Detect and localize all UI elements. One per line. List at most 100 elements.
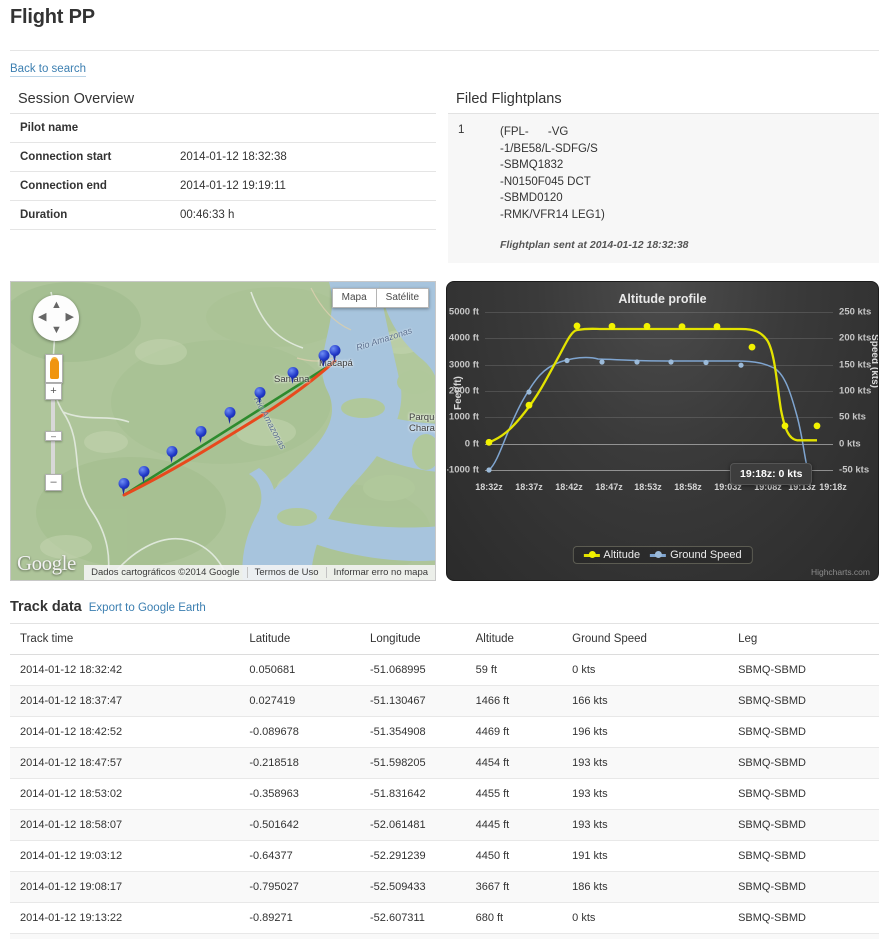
cell-track-time: 2014-01-12 18:53:02 xyxy=(10,778,240,810)
cell-longitude: -51.598205 xyxy=(360,747,466,779)
cell-leg: SBMQ-SBMD xyxy=(728,747,879,779)
cell-ground-speed: 186 kts xyxy=(562,871,729,903)
table-row: 2014-01-12 19:03:12 -0.64377 -52.291239 … xyxy=(10,840,879,872)
chart-title: Altitude profile xyxy=(618,292,707,306)
cell-leg: SBMQ-SBMD xyxy=(728,840,879,872)
cell-latitude: -0.218518 xyxy=(239,747,360,779)
pan-right-icon[interactable]: ▶ xyxy=(66,312,74,323)
cell-track-time: 2014-01-12 19:03:12 xyxy=(10,840,240,872)
pan-down-icon[interactable]: ▼ xyxy=(51,325,62,336)
map-marker[interactable] xyxy=(195,426,207,443)
map-marker[interactable] xyxy=(138,466,150,483)
track-data-header: Track data Export to Google Earth xyxy=(10,599,879,615)
cell-latitude: -0.89271 xyxy=(239,902,360,934)
chart-legend[interactable]: Altitude Ground Speed xyxy=(572,546,753,564)
cell-track-time: 2014-01-12 19:08:17 xyxy=(10,871,240,903)
map-marker[interactable] xyxy=(318,350,330,367)
legend-item-altitude[interactable]: Altitude xyxy=(583,549,640,561)
cell-track-time: 2014-01-12 18:47:57 xyxy=(10,747,240,779)
cell-ground-speed: 0 kts xyxy=(562,933,729,939)
export-to-google-earth-link[interactable]: Export to Google Earth xyxy=(89,602,206,614)
cell-track-time: 2014-01-12 19:13:22 xyxy=(10,902,240,934)
cell-leg: SBMQ-SBMD xyxy=(728,654,879,686)
cell-leg: SBMQ-SBMD xyxy=(728,778,879,810)
legend-label: Altitude xyxy=(603,549,641,561)
street-view-pegman-icon[interactable] xyxy=(45,354,63,383)
column-header-altitude: Altitude xyxy=(465,623,563,655)
cell-longitude: -52.509433 xyxy=(360,871,466,903)
row-key: Duration xyxy=(20,209,68,221)
flightplan-text: (FPL- -VG -1/BE58/L-SDFG/S -SBMQ1832 -N0… xyxy=(500,126,605,221)
map-type-mapa-button[interactable]: Mapa xyxy=(331,288,377,308)
y-tick-label: 4000 ft xyxy=(448,332,480,344)
row-value: 2014-01-12 18:32:38 xyxy=(180,151,287,163)
map-park-label: ParqueCharapucu xyxy=(409,412,435,434)
cell-latitude: -0.358963 xyxy=(239,778,360,810)
y2-tick-label: 50 kts xyxy=(839,411,866,423)
table-row: Pilot name xyxy=(10,114,437,143)
row-key: Connection end xyxy=(20,180,107,192)
cell-longitude: -51.354908 xyxy=(360,716,466,748)
column-header-leg: Leg xyxy=(728,623,879,655)
zoom-out-button[interactable]: – xyxy=(45,474,62,491)
cell-altitude: 1466 ft xyxy=(465,685,563,717)
map-marker[interactable] xyxy=(287,367,299,384)
flightplan-index: 1 xyxy=(458,124,465,136)
x-tick-label: 19:18z xyxy=(819,482,847,492)
cell-leg: SBMQ-SBMD xyxy=(728,902,879,934)
cell-ground-speed: 193 kts xyxy=(562,747,729,779)
zoom-in-button[interactable]: + xyxy=(45,383,62,400)
map-terms-link[interactable]: Termos de Uso xyxy=(246,567,326,578)
session-overview-panel: Session Overview Pilot name Connection s… xyxy=(10,91,437,263)
map-marker[interactable] xyxy=(166,446,178,463)
cell-longitude: -51.831642 xyxy=(360,778,466,810)
column-header-ground-speed: Ground Speed xyxy=(562,623,729,655)
map-marker[interactable] xyxy=(329,345,341,362)
map-pan-control[interactable]: ▲ ▼ ◀ ▶ xyxy=(33,295,79,341)
pan-left-icon[interactable]: ◀ xyxy=(38,312,46,323)
map-type-switcher[interactable]: Mapa Satélite xyxy=(331,288,430,308)
overview-columns: Session Overview Pilot name Connection s… xyxy=(0,91,889,263)
zoom-slider-handle[interactable]: – xyxy=(45,431,62,441)
cell-longitude: -51.130467 xyxy=(360,685,466,717)
session-overview-table: Pilot name Connection start 2014-01-12 1… xyxy=(10,114,437,230)
map-marker[interactable] xyxy=(118,478,130,495)
map-report-error-link[interactable]: Informar erro no mapa xyxy=(325,567,436,578)
map-marker[interactable] xyxy=(224,407,236,424)
media-row: Macapá Santana Rio Amazonas Rio Amazonas… xyxy=(10,281,879,581)
chart-tooltip: 19:18z: 0 kts xyxy=(730,463,813,485)
y2-tick-label: 200 kts xyxy=(839,332,872,344)
table-row: 2014-01-12 19:18:24 -0.89271 -52.607311 … xyxy=(10,933,879,939)
x-tick-label: 18:37z xyxy=(515,482,543,492)
table-row: 2014-01-12 18:58:07 -0.501642 -52.061481… xyxy=(10,809,879,841)
cell-ground-speed: 193 kts xyxy=(562,809,729,841)
map-type-satelite-button[interactable]: Satélite xyxy=(376,288,430,308)
cell-longitude: -52.291239 xyxy=(360,840,466,872)
back-to-search-link[interactable]: Back to search xyxy=(10,63,87,77)
flight-map[interactable]: Macapá Santana Rio Amazonas Rio Amazonas… xyxy=(10,281,437,581)
track-table-head: Track time Latitude Longitude Altitude G… xyxy=(10,623,879,655)
cell-longitude: -51.068995 xyxy=(360,654,466,686)
row-key: Connection start xyxy=(20,151,112,163)
cell-track-time: 2014-01-12 18:58:07 xyxy=(10,809,240,841)
chart-credits[interactable]: Highcharts.com xyxy=(811,567,870,577)
legend-label: Ground Speed xyxy=(670,549,742,561)
y2-tick-label: 150 kts xyxy=(839,359,872,371)
cell-ground-speed: 191 kts xyxy=(562,840,729,872)
y-tick-label: -1000 ft xyxy=(446,464,480,476)
track-data-heading: Track data xyxy=(10,599,82,615)
y2-tick-label: 0 kts xyxy=(839,438,861,450)
cell-latitude: -0.089678 xyxy=(239,716,360,748)
column-header-track-time: Track time xyxy=(10,623,240,655)
map-copyright-text: Dados cartográficos ©2014 Google xyxy=(91,567,240,578)
x-tick-label: 18:32z xyxy=(475,482,503,492)
pan-up-icon[interactable]: ▲ xyxy=(51,300,62,311)
table-row: 2014-01-12 19:08:17 -0.795027 -52.509433… xyxy=(10,871,879,903)
cell-altitude: 4455 ft xyxy=(465,778,563,810)
legend-item-ground-speed[interactable]: Ground Speed xyxy=(650,549,742,561)
table-row: Duration 00:46:33 h xyxy=(10,201,437,230)
table-row: 2014-01-12 18:47:57 -0.218518 -51.598205… xyxy=(10,747,879,779)
cell-latitude: -0.89271 xyxy=(239,933,360,939)
map-marker[interactable] xyxy=(254,387,266,404)
ground-speed-points xyxy=(486,357,744,473)
